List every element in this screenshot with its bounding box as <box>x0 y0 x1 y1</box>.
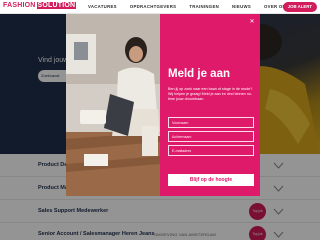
signup-modal: ✕ Meld je aan Ben jij op zoek naar een b… <box>66 14 260 196</box>
nav-nieuws[interactable]: NIEUWS <box>232 4 251 9</box>
email-field[interactable] <box>168 145 254 156</box>
close-icon[interactable]: ✕ <box>248 18 256 26</box>
top-navigation-bar: FASHION SOLUTION VACATURES OPDRACHTGEVERS… <box>0 0 320 14</box>
last-name-field[interactable] <box>168 131 254 142</box>
subscribe-button[interactable]: Blijf op de hoogte <box>168 174 254 186</box>
nav-trainingen[interactable]: TRAININGEN <box>189 4 219 9</box>
logo-text-solution: SOLUTION <box>36 2 77 9</box>
nav-vacatures[interactable]: VACATURES <box>88 4 117 9</box>
signup-form-panel: ✕ Meld je aan Ben jij op zoek naar een b… <box>160 14 260 196</box>
logo-text-fashion: FASHION <box>3 2 36 9</box>
nav-opdrachtgevers[interactable]: OPDRACHTGEVERS <box>130 4 176 9</box>
modal-title: Meld je aan <box>168 68 230 80</box>
main-nav: VACATURES OPDRACHTGEVERS TRAININGEN NIEU… <box>88 4 289 9</box>
modal-photo-woman-with-laptop <box>66 14 160 196</box>
first-name-field[interactable] <box>168 117 254 128</box>
modal-description: Ben jij op zoek naar een baan of stage i… <box>168 87 253 101</box>
site-logo[interactable]: FASHION SOLUTION <box>3 2 77 9</box>
job-alert-button[interactable]: JOB ALERT <box>282 2 317 12</box>
